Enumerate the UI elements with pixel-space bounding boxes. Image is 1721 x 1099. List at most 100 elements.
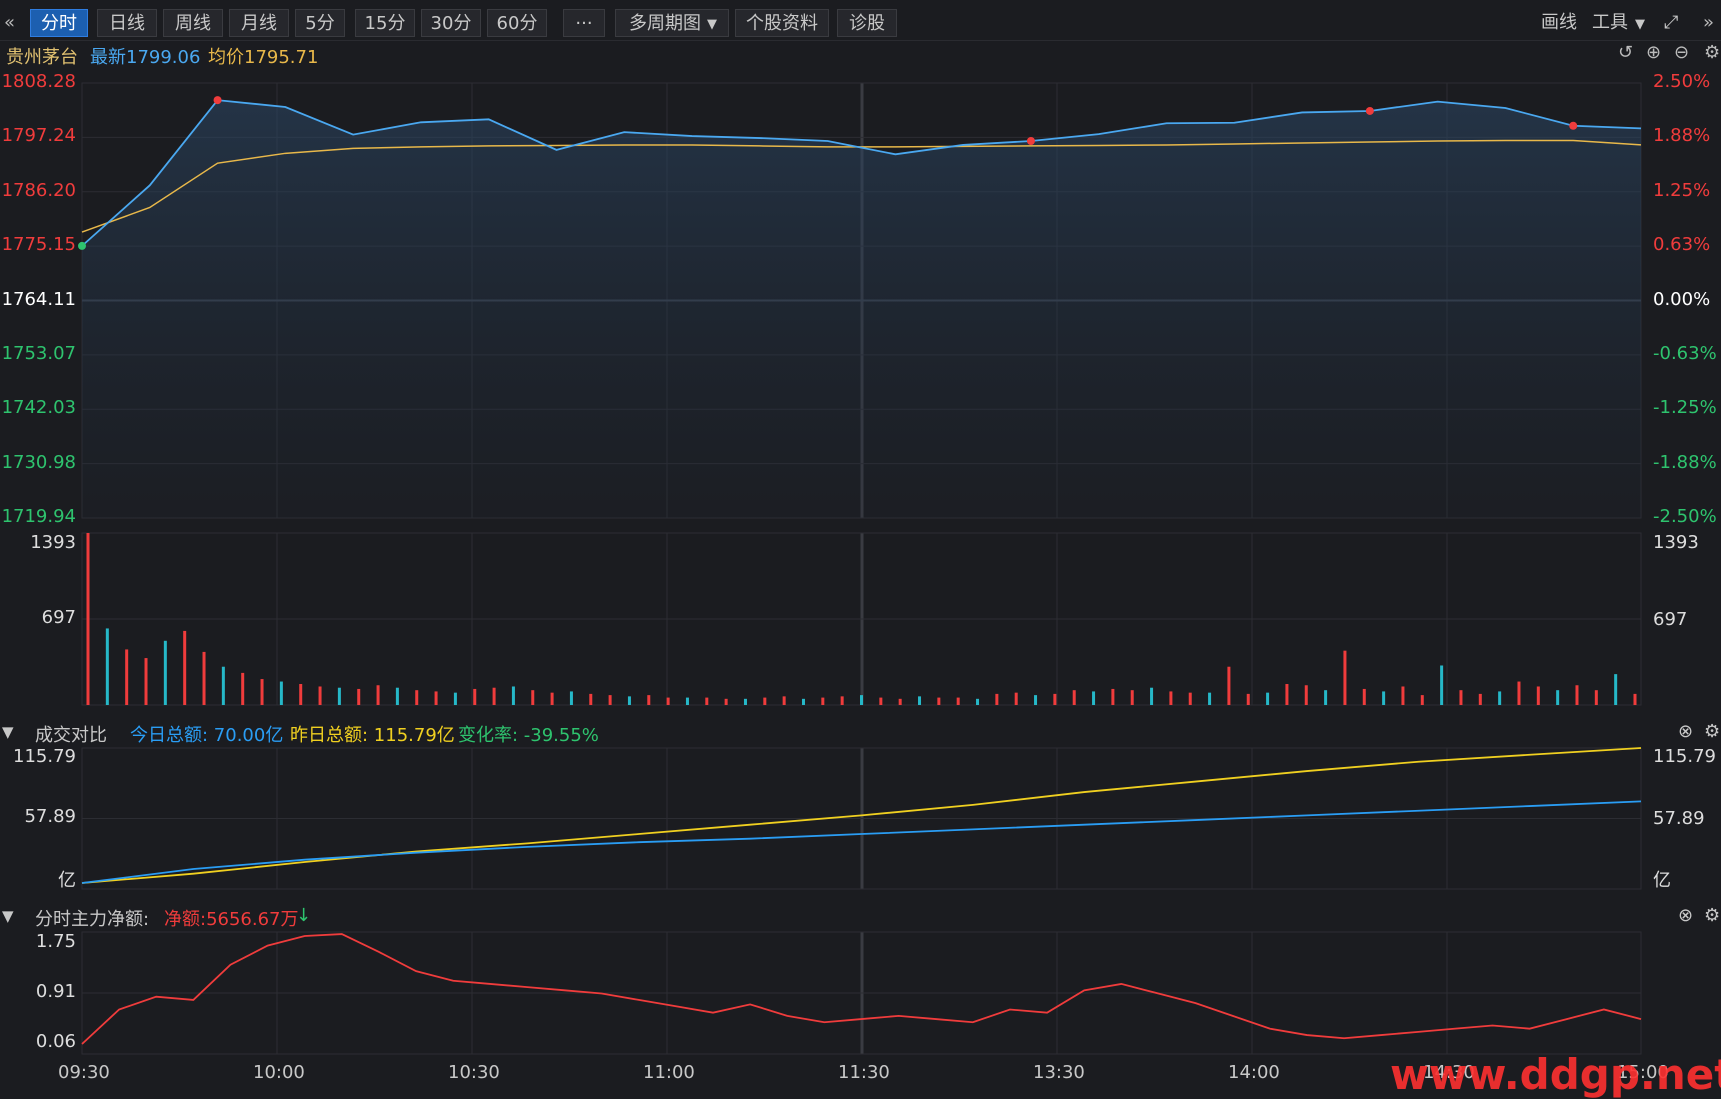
volume-bar [1246,693,1250,705]
volume-bar [1459,690,1463,705]
price-tick-right: -1.25% [1653,397,1717,419]
period-button-7[interactable]: 60分 [487,9,547,37]
volume-bar [1266,692,1270,705]
time-tick: 11:00 [643,1062,695,1083]
zoom-out-icon[interactable]: ⊖ [1674,42,1689,63]
turnover-title: 成交对比 [35,725,107,746]
volume-bar [279,681,283,705]
volume-bar [666,697,670,705]
period-button-3[interactable]: 月线 [229,9,289,37]
period-button-10[interactable]: 个股资料 [735,9,829,37]
signal-dot [1365,106,1374,115]
close-icon[interactable]: ⊗ [1678,905,1693,926]
draw-line-button[interactable]: 画线 [1541,9,1577,37]
volume-bar [1633,693,1637,705]
volume-bar [1478,693,1482,705]
volume-bar [1343,650,1347,705]
price-tick-right: 0.63% [1653,234,1711,256]
period-button-1[interactable]: 日线 [97,9,157,37]
volume-bar [608,695,612,705]
price-tick-left: 1797.24 [1,125,76,147]
yesterday-total: 昨日总额: 115.79亿 [290,725,455,746]
signal-dot [213,96,222,105]
volume-bar [782,696,786,705]
volume-bar [1304,685,1308,705]
price-area-fill [82,100,1641,518]
volume-bar [221,666,225,705]
panel-border [81,747,1642,890]
volume-bar [627,696,631,705]
volume-bar [1034,695,1038,705]
volume-bar [260,679,264,705]
volume-bar [1227,666,1231,705]
gear-icon[interactable]: ⚙ [1704,721,1720,742]
volume-bar [1440,665,1444,705]
undo-icon[interactable]: ↺ [1618,42,1633,63]
period-button-5[interactable]: 15分 [355,9,415,37]
volume-bar [550,692,554,705]
volume-bar [724,698,728,705]
time-tick: 11:30 [838,1062,890,1083]
stock-name: 贵州茅台 [6,47,78,68]
period-button-8[interactable]: ··· [563,9,605,37]
volume-bar [473,688,477,705]
volume-bar [531,690,535,705]
volume-bar [1188,692,1192,705]
caret-down-icon[interactable]: ▼ [1635,11,1645,39]
tools-button[interactable]: 工具 [1592,9,1628,37]
gear-icon[interactable]: ⚙ [1704,905,1720,926]
volume-bar [1285,684,1289,705]
volume-bar [318,686,322,705]
zoom-in-icon[interactable]: ⊕ [1646,42,1661,63]
period-button-2[interactable]: 周线 [163,9,223,37]
price-tick-right: -1.88% [1653,451,1717,473]
period-button-0[interactable]: 分时 [30,9,88,37]
volume-bar [705,697,709,705]
volume-bar [840,696,844,705]
gear-icon[interactable]: ⚙ [1704,42,1720,63]
collapse-icon[interactable]: ▼ [2,723,14,741]
price-tick-left: 1808.28 [1,71,76,92]
double-chevron-right-icon[interactable]: » [1703,9,1714,37]
volume-bar [125,649,129,705]
period-button-4[interactable]: 5分 [295,9,345,37]
volume-bar [1053,693,1057,705]
volume-bar [453,692,457,705]
volume-bar [511,686,515,705]
net-amount: 净额:5656.67万 [164,909,299,930]
fullscreen-icon[interactable]: ⤢ [1664,9,1678,37]
volume-bar [434,691,438,705]
time-tick: 14:00 [1228,1062,1280,1083]
caret-down-icon[interactable]: ▼ [707,11,717,39]
double-chevron-left-icon[interactable]: « [4,9,15,37]
volume-bar [743,698,747,705]
price-tick-right: -0.63% [1653,342,1717,364]
volume-bar [357,688,361,705]
period-button-6[interactable]: 30分 [421,9,481,37]
volume-mid-left: 697 [41,607,76,628]
avg-price-line [81,139,1642,233]
period-button-11[interactable]: 诊股 [837,9,897,37]
volume-bar [337,687,341,705]
volume-bar [647,695,651,705]
volume-bar [1517,681,1521,705]
volume-bar [685,697,689,705]
volume-bar [1498,691,1502,705]
turnover-unit: 亿 [58,870,76,891]
collapse-icon[interactable]: ▼ [2,907,14,925]
close-icon[interactable]: ⊗ [1678,721,1693,742]
panel-border [81,931,1642,1055]
price-tick-right: 2.50% [1653,71,1711,92]
volume-bar [763,697,767,705]
volume-bar [1401,686,1405,705]
net-flow-line [81,933,1642,1045]
volume-bar [1362,688,1366,705]
volume-bar [801,698,805,705]
price-tick-left: 1775.15 [1,234,76,256]
volume-bar [995,693,999,705]
volume-bar [1111,688,1115,705]
volume-bar [1324,690,1328,705]
today-turnover-line [81,800,1642,884]
info-bar: 贵州茅台 最新1799.06 均价1795.71 ↺ ⊕ ⊖ ⚙ [0,40,1721,68]
volume-bar [1169,691,1173,705]
